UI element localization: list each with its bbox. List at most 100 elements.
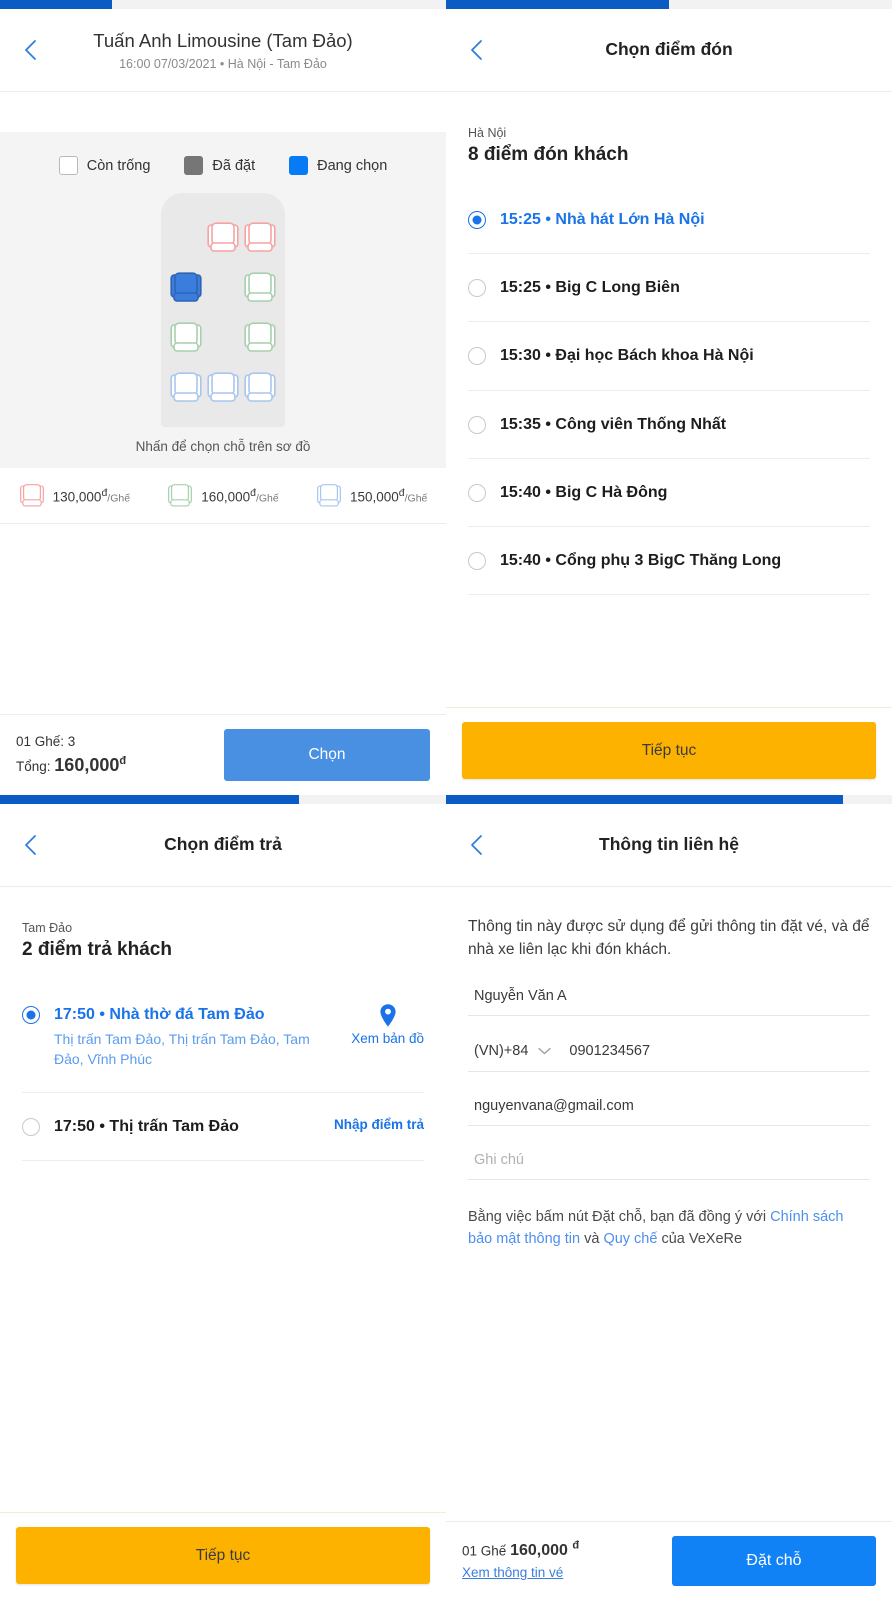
legend-swatch-empty-icon bbox=[58, 156, 78, 175]
point-title: 15:40 • Cổng phụ 3 BigC Thăng Long bbox=[500, 551, 782, 569]
radio-button-icon[interactable] bbox=[22, 1117, 40, 1136]
dropoff-point-0[interactable]: 17:50 • Nhà thờ đá Tam Đảo Thị trấn Tam Đ… bbox=[22, 981, 424, 1093]
radio-button-icon[interactable] bbox=[468, 551, 486, 570]
screen-grid: Tuấn Anh Limousine (Tam Đảo) 16:00 07/03… bbox=[0, 0, 892, 1600]
total-label: Tổng: bbox=[16, 759, 51, 774]
pickup-point-3[interactable]: 15:35 • Công viên Thống Nhất bbox=[468, 391, 870, 459]
seat-row bbox=[161, 363, 285, 413]
price-text: 130,000đ/Ghế bbox=[52, 486, 131, 505]
seat-1-0[interactable] bbox=[167, 263, 204, 313]
seat-1-2[interactable] bbox=[241, 263, 278, 313]
seat-2-2[interactable] bbox=[241, 313, 278, 363]
view-ticket-info-link[interactable]: Xem thông tin vé bbox=[462, 1565, 563, 1580]
back-button[interactable] bbox=[14, 33, 48, 67]
seat-row bbox=[161, 213, 285, 263]
pickup-point-2[interactable]: 15:30 • Đại học Bách khoa Hà Nội bbox=[468, 322, 870, 391]
side-action-label: Nhập điểm trả bbox=[333, 1116, 424, 1132]
back-button[interactable] bbox=[460, 33, 494, 67]
radio-button-icon[interactable] bbox=[468, 211, 486, 229]
pickup-point-1[interactable]: 15:25 • Big C Long Biên bbox=[468, 254, 870, 323]
seat-empty-slot bbox=[204, 263, 241, 313]
select-seat-button[interactable]: Chọn bbox=[224, 729, 430, 781]
seat-icon bbox=[168, 483, 193, 507]
progress-bar-pickup bbox=[446, 0, 892, 9]
regulations-link[interactable]: Quy chế bbox=[603, 1231, 657, 1247]
side-action-label: Xem bản đồ bbox=[351, 1031, 424, 1046]
contact-form: Thông tin này được sử dụng để gửi thông … bbox=[446, 887, 892, 1521]
pickup-city-name: Hà Nội bbox=[468, 126, 507, 140]
chevron-left-icon bbox=[25, 835, 36, 855]
seat-floor-plan[interactable] bbox=[161, 193, 285, 427]
email-field[interactable]: nguyenvana@gmail.com bbox=[468, 1072, 870, 1126]
trip-title: Tuấn Anh Limousine (Tam Đảo) bbox=[93, 30, 353, 52]
seat-spacer bbox=[0, 524, 446, 714]
note-placeholder: Ghi chú bbox=[474, 1151, 524, 1168]
seat-icon bbox=[169, 272, 202, 302]
header-dropoff: Chọn điểm trả bbox=[0, 804, 446, 887]
page-title: Chọn điểm đón bbox=[605, 39, 733, 60]
seat-hint: Nhấn để chọn chỗ trên sơ đồ bbox=[135, 439, 311, 454]
seat-icon bbox=[206, 372, 239, 402]
seat-0-2[interactable] bbox=[241, 213, 278, 263]
pickup-point-5[interactable]: 15:40 • Cổng phụ 3 BigC Thăng Long bbox=[468, 527, 870, 596]
seat-bottom-bar: 01 Ghế: 3 Tổng: 160,000đ Chọn bbox=[0, 714, 446, 795]
booking-summary-price: 01 Ghế 160,000 đ bbox=[462, 1540, 658, 1560]
continue-button[interactable]: Tiếp tục bbox=[462, 722, 876, 779]
pickup-point-0[interactable]: 15:25 • Nhà hát Lớn Hà Nội bbox=[468, 186, 870, 255]
point-content: 15:40 • Big C Hà Đông bbox=[500, 481, 870, 504]
pickup-point-list: 15:25 • Nhà hát Lớn Hà Nội 15:25 • Big C … bbox=[446, 186, 892, 596]
legend-swatch-picked-icon bbox=[289, 156, 309, 175]
note-field[interactable]: Ghi chú bbox=[468, 1126, 870, 1180]
radio-button-icon[interactable] bbox=[468, 279, 486, 298]
header-pickup: Chọn điểm đón bbox=[446, 9, 892, 92]
pickup-count: 8 điểm đón khách bbox=[468, 144, 629, 165]
price-legend-item: 160,000đ/Ghế bbox=[149, 483, 298, 509]
progress-fill bbox=[0, 795, 299, 804]
terms-prefix: Bằng việc bấm nút Đặt chỗ, bạn đã đồng ý… bbox=[468, 1208, 771, 1225]
radio-button-icon[interactable] bbox=[22, 1006, 40, 1024]
back-button[interactable] bbox=[14, 828, 48, 862]
continue-button[interactable]: Tiếp tục bbox=[16, 1527, 430, 1584]
dropoff-count: 2 điểm trả khách bbox=[22, 939, 172, 960]
seat-2-0[interactable] bbox=[167, 313, 204, 363]
total-value: 160,000 bbox=[54, 755, 120, 775]
seat-row bbox=[161, 313, 285, 363]
pickup-point-4[interactable]: 15:40 • Big C Hà Đông bbox=[468, 459, 870, 527]
currency-symbol: đ bbox=[572, 1539, 580, 1552]
point-address: Thị trấn Tam Đảo, Thị trấn Tam Đảo, Tam … bbox=[54, 1031, 310, 1068]
seat-3-2[interactable] bbox=[241, 363, 278, 413]
point-content: 15:30 • Đại học Bách khoa Hà Nội bbox=[500, 344, 870, 367]
seat-icon bbox=[169, 322, 202, 352]
contact-note: Thông tin này được sử dụng để gửi thông … bbox=[468, 918, 870, 959]
book-seat-button[interactable]: Đặt chỗ bbox=[672, 1536, 876, 1586]
point-title: 15:25 • Nhà hát Lớn Hà Nội bbox=[500, 211, 705, 228]
price-legend-item: 130,000đ/Ghế bbox=[0, 483, 149, 509]
seat-3-0[interactable] bbox=[167, 363, 204, 413]
enter-dropoff-action[interactable]: Nhập điểm trả bbox=[328, 1115, 424, 1132]
back-button[interactable] bbox=[460, 828, 494, 862]
seat-summary-total: Tổng: 160,000đ bbox=[16, 755, 210, 776]
country-code-value: (VN)+84 bbox=[474, 1042, 529, 1059]
name-field[interactable]: Nguyễn Văn A bbox=[468, 962, 870, 1016]
phone-field[interactable]: (VN)+84 0901234567 bbox=[468, 1016, 870, 1072]
radio-button-icon[interactable] bbox=[468, 347, 486, 366]
chevron-down-icon[interactable] bbox=[538, 1042, 552, 1060]
seats-label: 01 Ghế bbox=[462, 1543, 507, 1559]
seat-0-1[interactable] bbox=[204, 213, 241, 263]
panel-seat-selection: Tuấn Anh Limousine (Tam Đảo) 16:00 07/03… bbox=[0, 0, 446, 795]
pickup-list-body: Hà Nội 8 điểm đón khách 15:25 • Nhà hát … bbox=[446, 92, 892, 707]
view-map-action[interactable]: Xem bản đồ bbox=[345, 1003, 424, 1046]
dropoff-city-name: Tam Đảo bbox=[22, 921, 73, 935]
point-content: 15:25 • Nhà hát Lớn Hà Nội bbox=[500, 208, 870, 231]
radio-button-icon[interactable] bbox=[468, 483, 486, 502]
currency-symbol: đ bbox=[119, 755, 127, 767]
dropoff-point-1[interactable]: 17:50 • Thị trấn Tam Đảo Nhập điểm trả bbox=[22, 1093, 424, 1161]
header-text-block: Tuấn Anh Limousine (Tam Đảo) 16:00 07/03… bbox=[93, 29, 352, 70]
page-title: Chọn điểm trả bbox=[164, 834, 282, 855]
legend-item-taken: Đã đặt bbox=[184, 156, 255, 175]
legend-label: Đang chọn bbox=[317, 157, 388, 174]
radio-button-icon[interactable] bbox=[468, 415, 486, 434]
amount-value: 160,000 bbox=[510, 1542, 568, 1560]
seat-3-1[interactable] bbox=[204, 363, 241, 413]
seat-icon bbox=[243, 372, 276, 402]
